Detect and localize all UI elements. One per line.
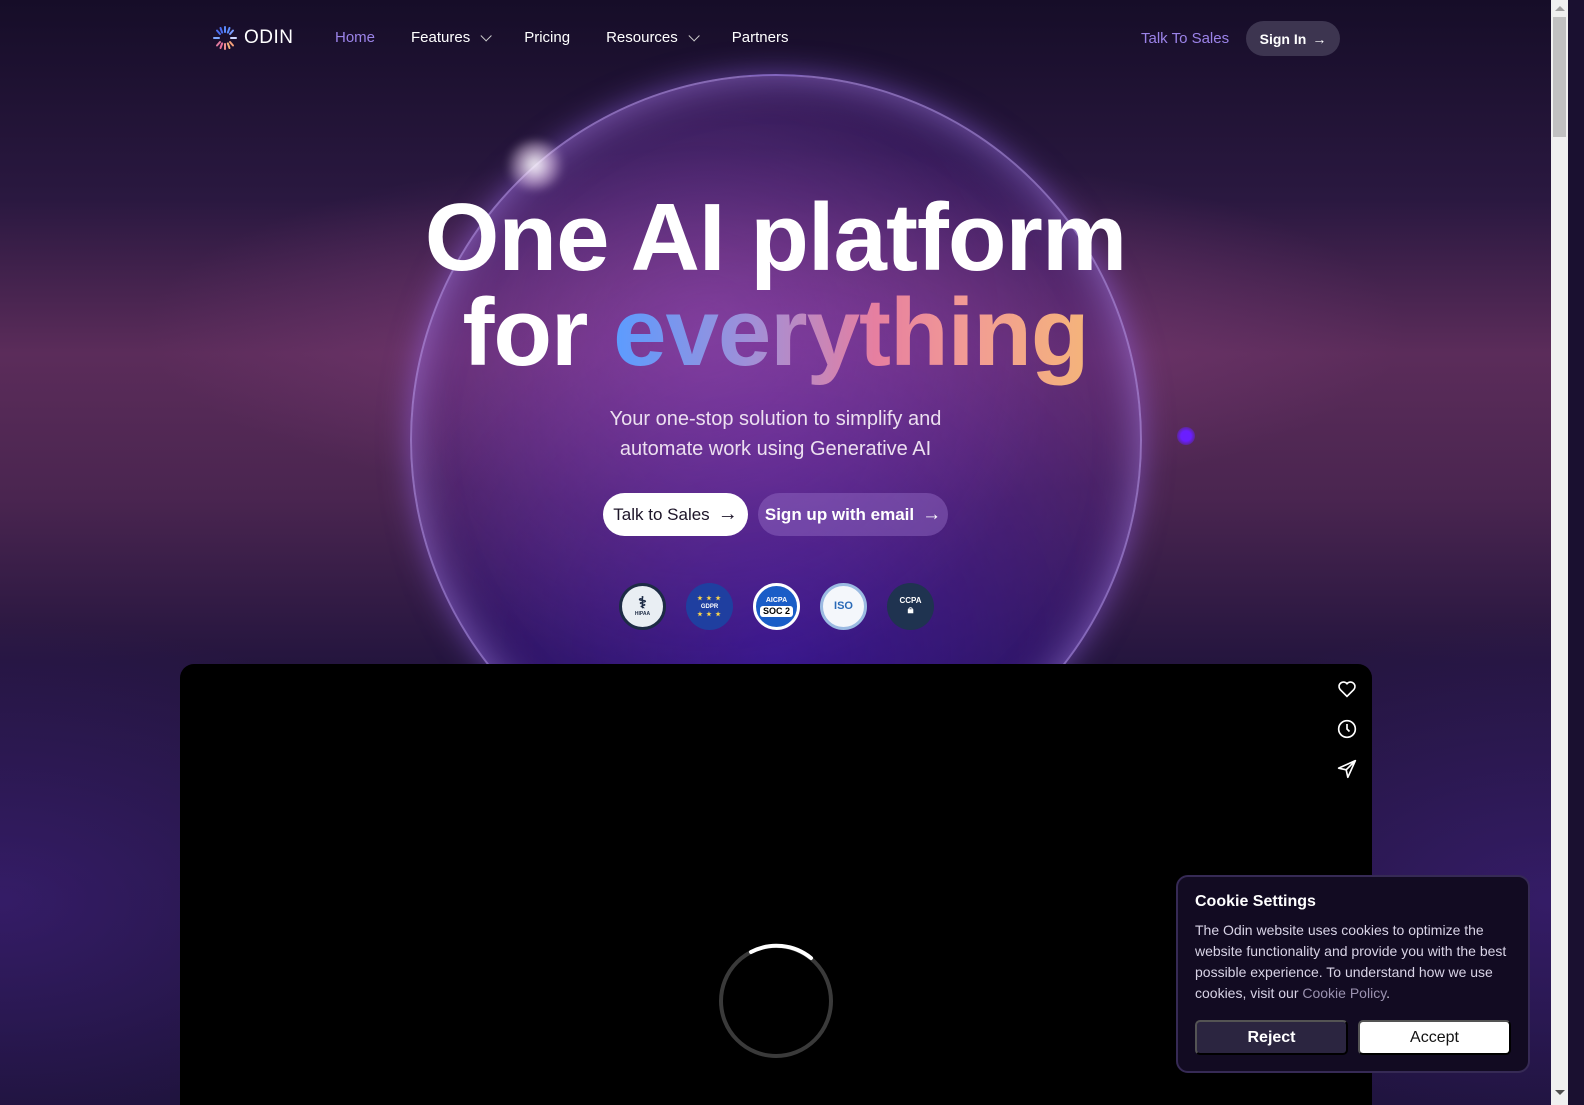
hero-title-gradient: everything — [613, 279, 1089, 386]
sign-up-email-button[interactable]: Sign up with email → — [758, 493, 948, 536]
cookie-banner: Cookie Settings The Odin website uses co… — [1176, 875, 1530, 1073]
nav-home[interactable]: Home — [335, 29, 375, 46]
hero-subtitle-line1: Your one-stop solution to simplify and — [609, 408, 942, 430]
hero-subtitle: Your one-stop solution to simplify and a… — [0, 404, 1551, 464]
nav-resources-label: Resources — [606, 29, 678, 46]
soc2-badge-icon: AICPA SOC 2 — [753, 583, 800, 630]
nav-features[interactable]: Features — [411, 29, 492, 46]
arrow-right-icon: → — [922, 503, 942, 525]
talk-to-sales-button[interactable]: Talk to Sales → — [603, 493, 748, 536]
soc2-label: SOC 2 — [759, 605, 793, 617]
logo[interactable]: ODIN — [212, 25, 294, 51]
arrow-right-icon: → — [717, 503, 738, 525]
caduceus-glyph: ⚕ — [638, 595, 647, 612]
logo-text: ODIN — [244, 27, 294, 48]
cookie-title: Cookie Settings — [1195, 893, 1316, 910]
lock-icon: 🔒︎ — [907, 604, 914, 616]
ccpa-badge-icon: CCPA 🔒︎ — [887, 583, 934, 630]
gdpr-badge-icon: ★ ★ ★ GDPR ★ ★ ★ — [686, 583, 733, 630]
chevron-down-icon — [688, 29, 700, 42]
stars-glyph: ★ ★ ★ — [697, 611, 722, 618]
stars-glyph: ★ ★ ★ — [697, 595, 722, 602]
iso-label: ISO — [834, 600, 853, 612]
page: ODIN Home Features Pricing Resources Par… — [0, 0, 1551, 1105]
gdpr-label: GDPR — [700, 603, 719, 610]
hero-title-plain: for — [462, 279, 614, 386]
nav-partners-label: Partners — [731, 29, 789, 46]
cookie-body: The Odin website uses cookies to optimiz… — [1195, 920, 1511, 1004]
nav-pricing-label: Pricing — [524, 29, 571, 46]
hero-title-line2: for everything — [0, 285, 1551, 381]
top-nav: ODIN Home Features Pricing Resources Par… — [0, 0, 1551, 78]
scroll-down-arrow-icon[interactable] — [1555, 1090, 1565, 1095]
hipaa-label: HIPAA — [634, 611, 651, 617]
clock-icon[interactable] — [1336, 718, 1358, 740]
talk-to-sales-label: Talk to Sales — [613, 504, 710, 524]
iso-badge-icon: ISO — [820, 583, 867, 630]
nav-features-label: Features — [411, 29, 471, 46]
main-nav: Home Features Pricing Resources Partners — [335, 29, 824, 46]
sphere-glare — [505, 140, 565, 190]
nav-partners[interactable]: Partners — [732, 29, 789, 46]
chevron-down-icon — [480, 29, 492, 42]
loading-spinner-icon — [719, 943, 833, 1058]
compliance-badges: ⚕ HIPAA ★ ★ ★ GDPR ★ ★ ★ AICPA SOC 2 ISO… — [619, 583, 934, 630]
page-scrollbar[interactable] — [1551, 0, 1568, 1105]
cookie-actions: Reject Accept — [1195, 1020, 1511, 1055]
arrow-right-icon: → — [1312, 30, 1327, 47]
nav-home-label: Home — [335, 29, 376, 46]
scrollbar-thumb[interactable] — [1553, 17, 1566, 137]
cookie-policy-link[interactable]: Cookie Policy — [1302, 985, 1386, 1001]
sign-in-button[interactable]: Sign In → — [1246, 21, 1340, 56]
video-actions — [1336, 678, 1358, 780]
heart-icon[interactable] — [1336, 678, 1358, 700]
accept-button[interactable]: Accept — [1358, 1020, 1511, 1055]
aicpa-label: AICPA — [765, 596, 788, 604]
sign-in-label: Sign In — [1259, 30, 1307, 47]
hipaa-badge-icon: ⚕ HIPAA — [619, 583, 666, 630]
talk-to-sales-link[interactable]: Talk To Sales — [1141, 30, 1229, 47]
hero-title-line1: One AI platform — [424, 184, 1127, 291]
nav-pricing[interactable]: Pricing — [524, 29, 570, 46]
cookie-period: . — [1386, 985, 1391, 1001]
reject-button[interactable]: Reject — [1195, 1020, 1348, 1055]
odin-logo-icon — [213, 26, 237, 50]
send-icon[interactable] — [1336, 758, 1358, 780]
nav-resources[interactable]: Resources — [606, 29, 700, 46]
sign-up-email-label: Sign up with email — [764, 504, 915, 524]
scroll-up-arrow-icon[interactable] — [1555, 6, 1565, 11]
hero-subtitle-line2: automate work using Generative AI — [619, 438, 932, 460]
